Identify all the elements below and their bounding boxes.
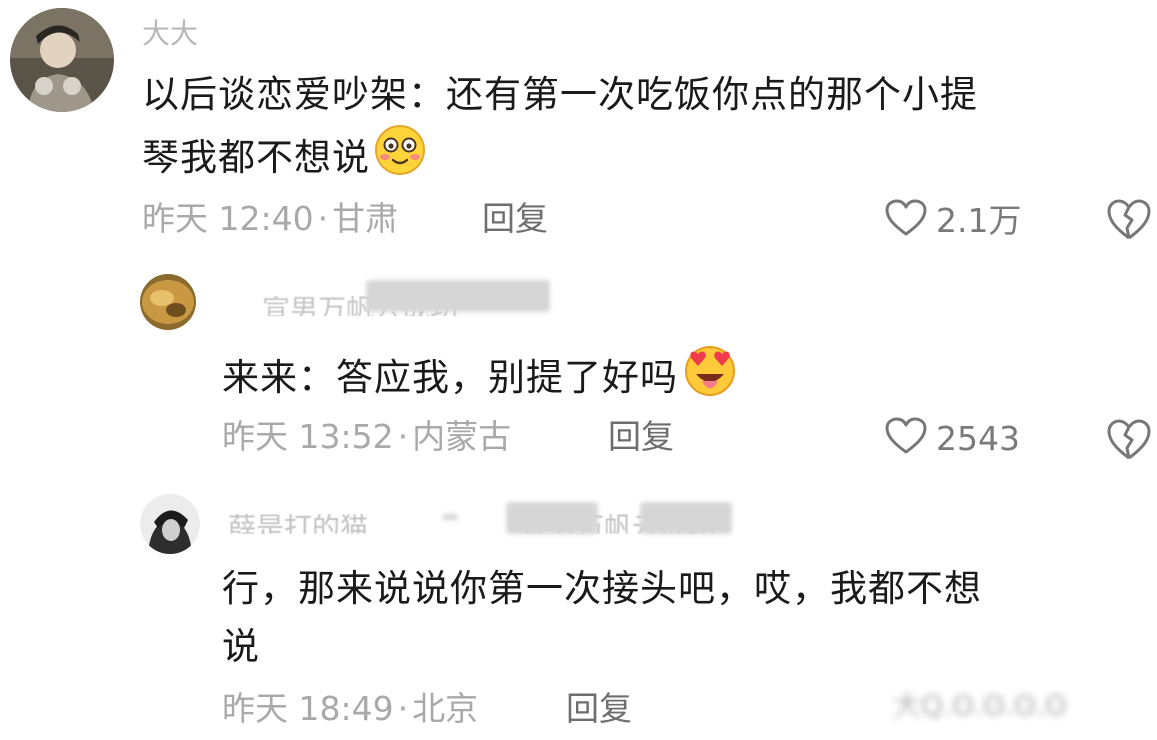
timestamp: 昨天 18:49 [222, 689, 394, 728]
comment-item: 宣男万帆云成功 来来：答应我，别提了好吗 昨天 13:52 · 内蒙古 回复 254… [0, 262, 1157, 472]
redacted-username [366, 280, 550, 312]
heart-icon [884, 416, 928, 460]
location: 北京 [412, 689, 479, 728]
timestamp: 昨天 12:40 [142, 199, 314, 238]
comment-line: 说 [222, 625, 260, 668]
reply-button[interactable]: 回复 [566, 692, 632, 725]
like-count: 2543 [936, 418, 1020, 458]
comment-line: 行，那来说说你第一次接头吧，哎，我都不想 [222, 567, 982, 610]
location: 内蒙古 [412, 417, 512, 456]
comment-line: 来来：答应我，别提了好吗 [222, 356, 678, 399]
reply-button[interactable]: 回复 [482, 202, 548, 235]
comment-text: 以后谈恋爱吵架：还有第一次吃饭你点的那个小提 琴我都不想说 [142, 66, 1142, 193]
broken-heart-icon[interactable] [1106, 418, 1152, 462]
comment-line: 以后谈恋爱吵架：还有第一次吃饭你点的那个小提 [142, 73, 978, 116]
heart-eyes-tongue-face-icon [682, 344, 738, 413]
comment-meta: 昨天 13:52 · 内蒙古 [222, 417, 512, 456]
blushing-face-icon [374, 124, 426, 193]
redacted-username [442, 514, 458, 520]
watermark: 大Q.ʘ.ʘ.ʘ.ʘ [893, 689, 1067, 722]
redacted-username [506, 502, 598, 534]
location: 甘肃 [332, 199, 399, 238]
redacted-username [640, 502, 732, 534]
like-count: 2.1万 [936, 200, 1022, 240]
heart-icon [884, 198, 928, 242]
comment-meta: 昨天 18:49 · 北京 [222, 689, 479, 728]
comment-line: 琴我都不想说 [142, 136, 370, 179]
timestamp: 昨天 13:52 [222, 417, 394, 456]
username[interactable]: 大大 [142, 20, 198, 48]
comment-meta: 昨天 12:40 · 甘肃 [142, 199, 399, 238]
comment-text: 来来：答应我，别提了好吗 [222, 344, 1142, 413]
comment-item: 大大 以后谈恋爱吵架：还有第一次吃饭你点的那个小提 琴我都不想说 昨天 12:4… [0, 0, 1157, 250]
avatar[interactable] [140, 494, 200, 554]
username[interactable]: 薛是打的猫 [228, 514, 368, 534]
avatar[interactable] [10, 8, 114, 112]
avatar[interactable] [140, 274, 196, 330]
like-button[interactable]: 2543 [884, 416, 1020, 460]
like-button[interactable]: 2.1万 [884, 198, 1021, 242]
comment-text: 行，那来说说你第一次接头吧，哎，我都不想 说 [222, 560, 1142, 676]
broken-heart-icon[interactable] [1106, 198, 1152, 242]
reply-button[interactable]: 回复 [608, 420, 674, 453]
